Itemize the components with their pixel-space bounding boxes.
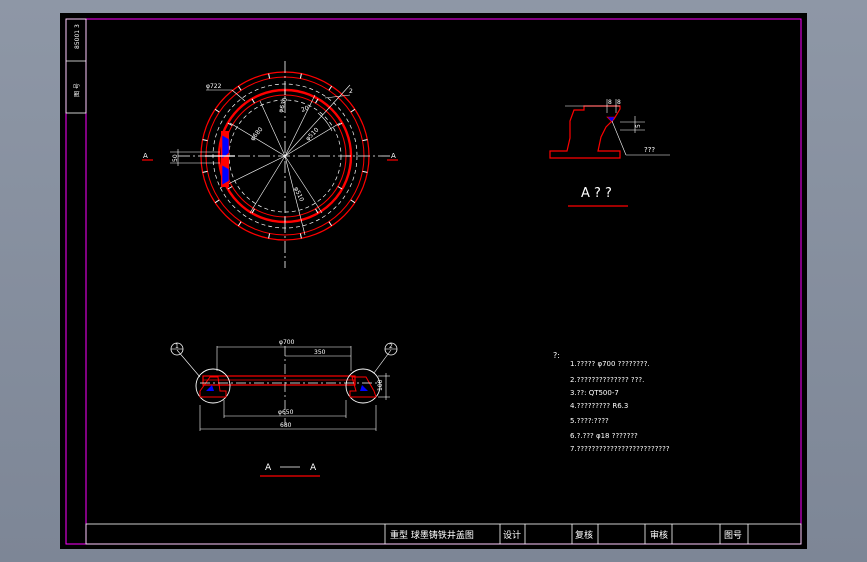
plan-frame-notch: [299, 73, 302, 79]
plan-frame-notch: [299, 233, 302, 239]
section-title-right: A: [310, 463, 317, 473]
plan-frame-notch: [202, 139, 208, 142]
note-1: 1.????? φ700 ????????.: [570, 360, 650, 368]
detail-dim-labels: 8 8 5 ???: [608, 99, 655, 154]
note-2: 2.?????????????? ???.: [570, 376, 644, 384]
title-review-label: 复核: [575, 529, 593, 541]
plan-frame-notch: [268, 73, 271, 79]
side-strip-label: 图 号: [74, 83, 81, 97]
section-dim-labels: φ700 350 φ650 680 100: [278, 339, 384, 429]
plan-angle-label: 20: [300, 105, 310, 114]
section-body: [195, 368, 381, 404]
section-dim-height: 100: [377, 379, 384, 391]
section-dim-top: φ700: [279, 339, 295, 346]
plan-frame-notch: [268, 233, 271, 239]
plan-dia-outer-label: φ722: [206, 83, 222, 90]
note-4: 4.????????? R6.3: [570, 402, 628, 410]
drawing-sheet: 85001 3 图 号 50 φ722 φ680 φ630 20 φ510 φ5…: [60, 13, 807, 549]
section-view: φ700 350 φ650 680 100 1 2 A A: [170, 339, 398, 477]
section-title: A A: [260, 463, 320, 477]
drawing-frame: [65, 18, 802, 545]
note-3: 3.??: QT500-7: [570, 389, 619, 397]
section-dim-bottom: φ650: [278, 409, 294, 416]
plan-frame-notch: [328, 221, 333, 227]
section-mark-right: 2: [389, 343, 393, 350]
detail-view: 8 8 5 ??? A ? ?: [549, 99, 670, 207]
side-strip-code: 85001 3: [74, 24, 81, 49]
plan-dia-center-lower-label: φ510: [292, 186, 305, 203]
title-design-label: 设计: [503, 529, 521, 541]
detail-title: A ? ?: [581, 186, 612, 201]
section-dim-overall: 680: [280, 422, 292, 429]
detail-dim-b: 8: [617, 99, 621, 106]
section-dim-half: 350: [314, 349, 326, 356]
plan-left-dim-label: 50: [172, 154, 179, 162]
plan-frame-notch: [214, 199, 220, 204]
plan-frame-notch: [362, 170, 368, 173]
title-drawing-name: 重型 球墨铸铁井盖图: [390, 529, 474, 541]
plan-dia-inner-label: φ630: [277, 97, 289, 114]
detail-leader-label: ???: [644, 146, 655, 154]
plan-frame-notch: [350, 108, 356, 113]
plan-frame-notch: [362, 139, 368, 142]
detail-dim-c: 5: [635, 124, 642, 128]
section-title-left: A: [265, 463, 272, 473]
plan-center-lines: [178, 61, 392, 268]
note-5: 5.????:????: [570, 417, 609, 425]
note-7: 7.?????????????????????????: [570, 445, 670, 453]
plan-frame-notch: [350, 199, 356, 204]
detail-profile: [549, 105, 621, 159]
plan-frame-notch: [237, 85, 242, 91]
plan-section-left: A: [143, 152, 148, 160]
notes-heading: ?:: [553, 351, 560, 360]
title-block: 重型 球墨铸铁井盖图 设计 复核 审核 图号: [85, 523, 802, 545]
note-6: 6.?.??? φ18 ???????: [570, 432, 638, 440]
detail-dim-a: 8: [608, 99, 612, 106]
plan-frame-notch: [328, 85, 333, 91]
detail-gasket: [606, 116, 616, 123]
title-audit-label: 审核: [650, 529, 668, 541]
plan-dia-center-label: φ510: [304, 126, 320, 142]
plan-view: 50 φ722 φ680 φ630 20 φ510 φ510 2 A A: [142, 61, 398, 268]
side-strip: 85001 3 图 号: [65, 18, 87, 114]
section-mark-left: 1: [175, 343, 179, 350]
plan-frame-notch: [202, 170, 208, 173]
notes: ?: 1.????? φ700 ????????. 2.????????????…: [553, 351, 670, 453]
plan-dia-frame-label: φ680: [249, 126, 264, 142]
plan-section-right: A: [391, 152, 396, 160]
plan-top-mark: 2: [349, 88, 353, 95]
plan-frame-notch: [214, 108, 220, 113]
title-drawing-no-label: 图号: [724, 530, 742, 541]
plan-frame-notch: [237, 221, 242, 227]
